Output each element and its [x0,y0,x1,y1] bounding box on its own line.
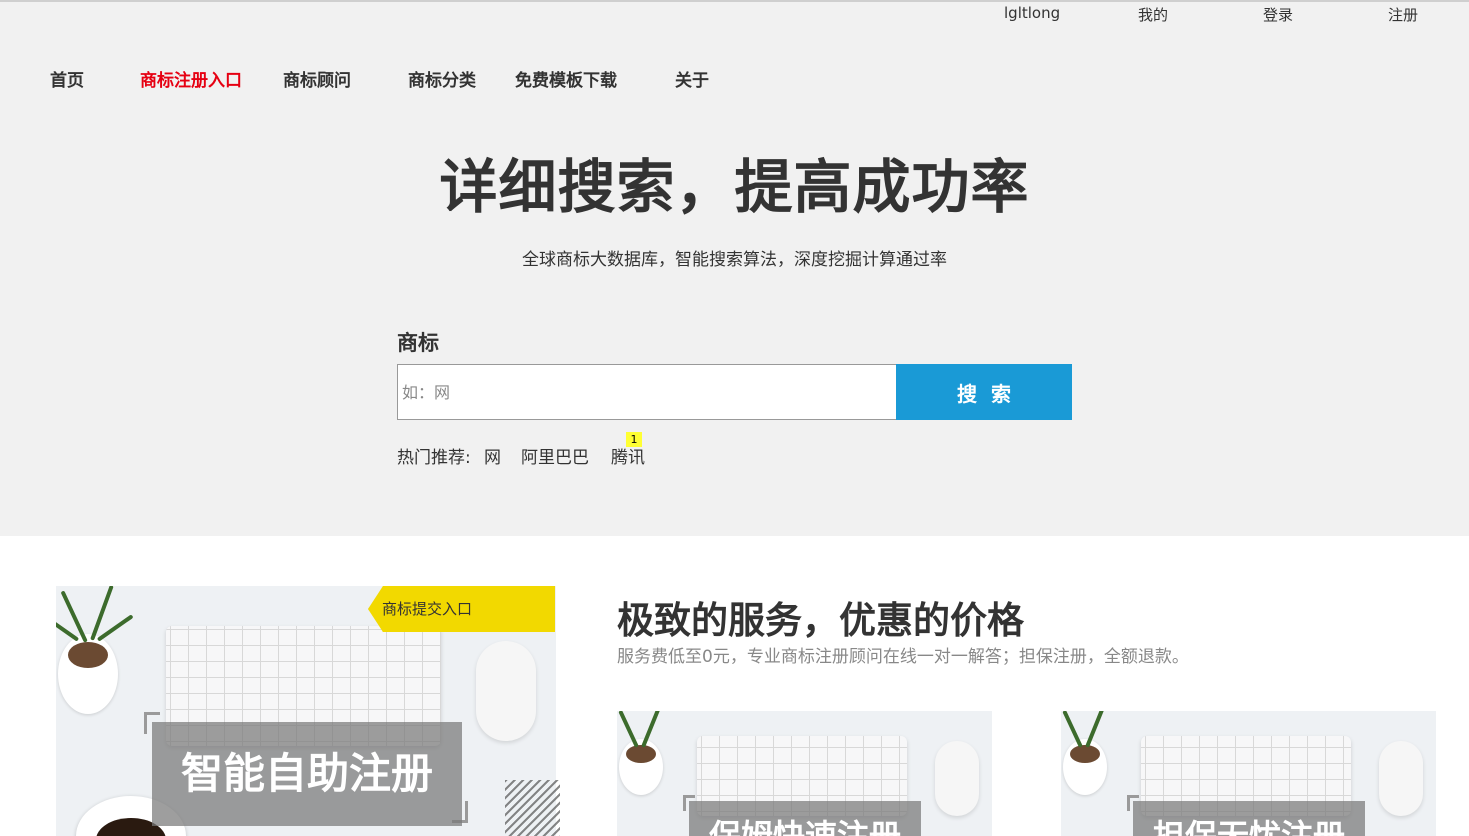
mouse-image [476,641,536,741]
notebook-spiral-image [505,780,560,836]
nav-home[interactable]: 首页 [50,66,84,91]
hot-label: 热门推荐: [397,448,471,468]
mouse-image [935,741,979,816]
hero-subline: 全球商标大数据库，智能搜索算法，深度挖掘计算通过率 [522,250,947,270]
services-description: 服务费低至0元，专业商标注册顾问在线一对一解答；担保注册，全额退款。 [617,647,1189,667]
hot-item-alibaba[interactable]: 阿里巴巴 [521,443,589,468]
mouse-image [1379,741,1423,816]
services-title: 极致的服务，优惠的价格 [617,599,1024,642]
main-nav: 首页 商标注册入口 商标顾问 商标分类 免费模板下载 关于 [0,66,1469,96]
trademark-submit-ribbon[interactable]: 商标提交入口 [368,586,555,632]
search-button[interactable]: 搜索 [896,364,1072,420]
register-link[interactable]: 注册 [1388,4,1418,25]
plant-pot-image [58,634,118,714]
nav-about[interactable]: 关于 [675,66,709,91]
nav-free-templates[interactable]: 免费模板下载 [515,66,617,91]
username-link[interactable]: lgltlong [1004,4,1060,22]
search-input[interactable] [397,364,897,420]
search-label: 商标 [397,331,439,355]
card-label: 担保无忧注册 [1133,801,1365,836]
hot-item-wang[interactable]: 网 [484,443,501,468]
mine-link[interactable]: 我的 [1138,4,1168,25]
top-links: lgltlong 我的 登录 注册 [0,4,1469,28]
nav-trademark-registration[interactable]: 商标注册入口 [140,66,242,91]
guaranteed-registration-card[interactable]: 担保无忧注册 [1061,711,1436,836]
plant-pot-image [1063,739,1107,795]
nav-trademark-consultant[interactable]: 商标顾问 [283,66,351,91]
nav-trademark-categories[interactable]: 商标分类 [408,66,476,91]
notification-badge: 1 [626,432,642,447]
card-label: 保姆快速注册 [689,801,921,836]
plant-pot-image [619,739,663,795]
nanny-fast-registration-card[interactable]: 保姆快速注册 [617,711,992,836]
hero-section: lgltlong 我的 登录 注册 首页 商标注册入口 商标顾问 商标分类 免费… [0,0,1469,536]
hero-headline: 详细搜索，提高成功率 [439,153,1030,221]
card-label: 智能自助注册 [152,722,462,826]
login-link[interactable]: 登录 [1263,4,1293,25]
